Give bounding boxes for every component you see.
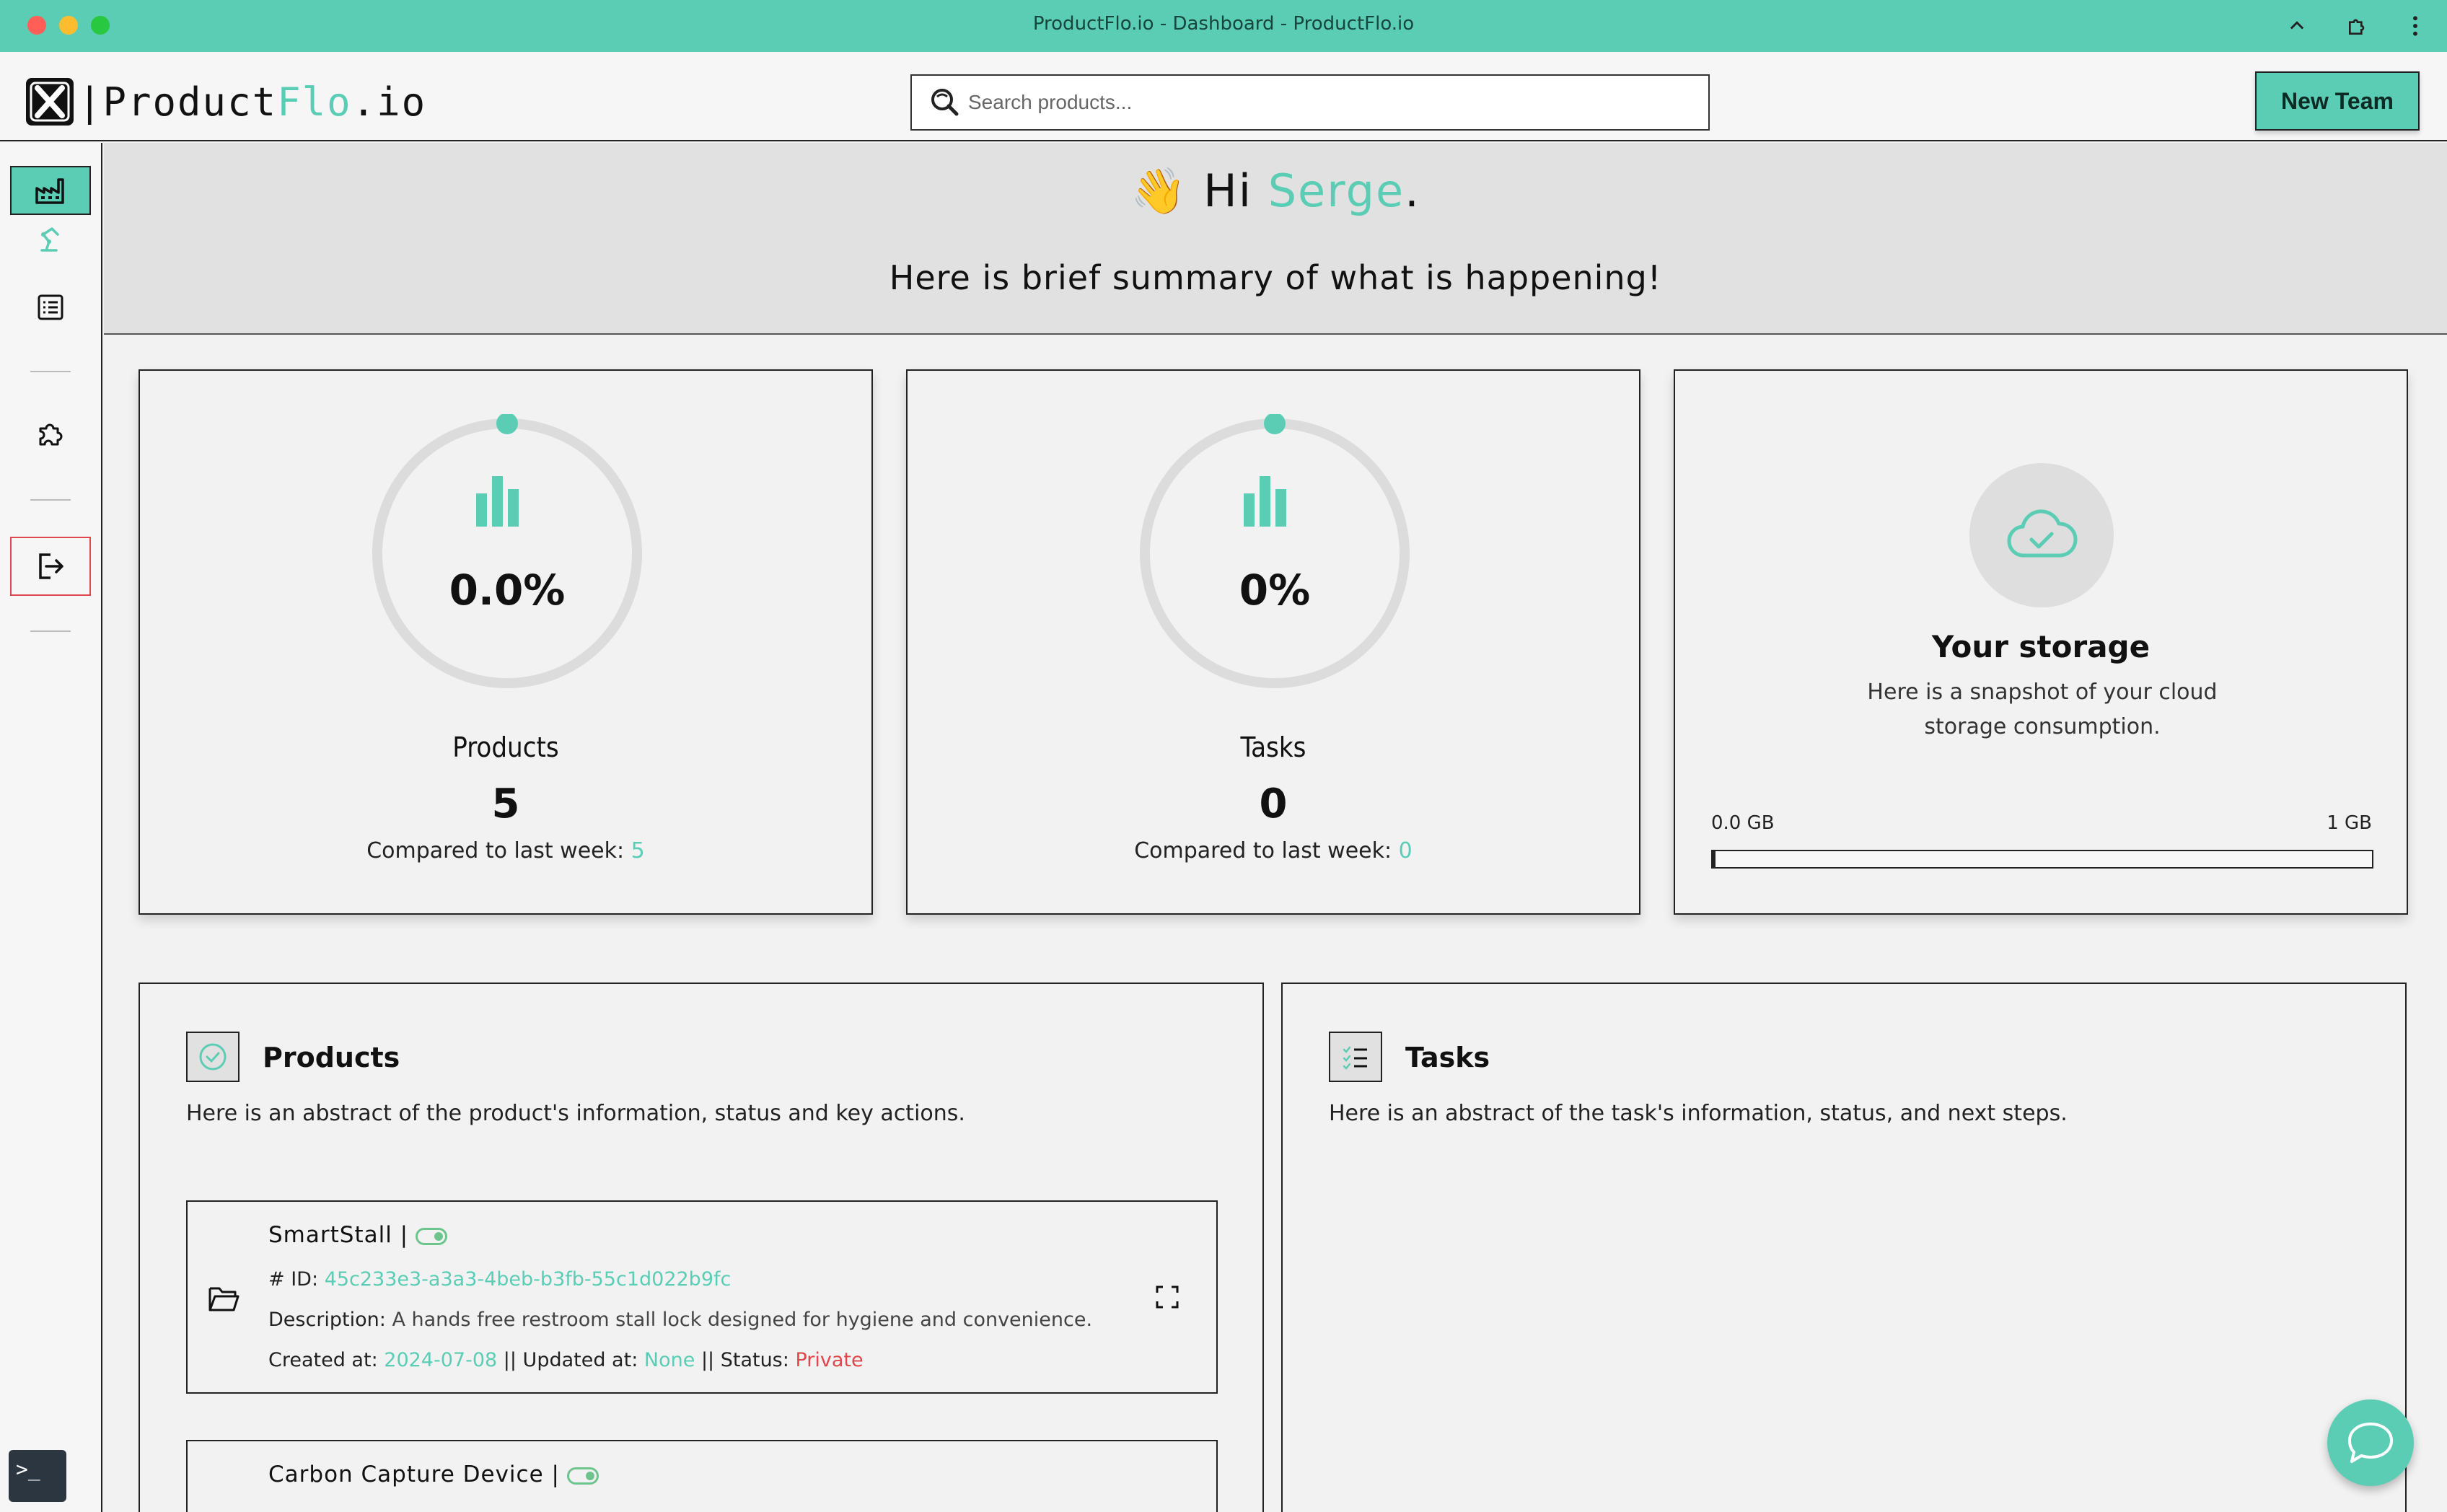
window-titlebar: ProductFlo.io - Dashboard - ProductFlo.i…: [0, 0, 2447, 52]
robot-arm-icon: [40, 227, 59, 252]
product-description: Description: A hands free restroom stall…: [268, 1309, 1093, 1331]
app-logo[interactable]: |ProductFlo.io: [26, 78, 426, 126]
window-title: ProductFlo.io - Dashboard - ProductFlo.i…: [1032, 13, 1415, 35]
tasks-panel-title: Tasks: [1405, 1042, 1490, 1073]
products-stat-label: Products: [452, 731, 559, 763]
folder-open-icon: [208, 1287, 240, 1311]
sidebar-item-dashboard[interactable]: [10, 166, 91, 215]
product-meta: Created at: 2024-07-08 || Updated at: No…: [268, 1349, 864, 1371]
tasks-panel-description: Here is an abstract of the task's inform…: [1329, 1101, 2068, 1126]
terminal-button[interactable]: >_: [9, 1450, 66, 1502]
new-team-button[interactable]: New Team: [2255, 71, 2420, 131]
expand-icon[interactable]: [1154, 1284, 1180, 1310]
visibility-toggle[interactable]: [416, 1227, 448, 1245]
products-panel-description: Here is an abstract of the product's inf…: [186, 1101, 965, 1126]
product-card[interactable]: Carbon Capture Device |: [186, 1440, 1218, 1512]
products-compare: Compared to last week: 5: [366, 838, 645, 863]
puzzle-icon: [39, 423, 63, 446]
sidebar: [0, 143, 102, 1512]
logo-mark-icon: [26, 78, 74, 126]
storage-used-label: 0.0 GB: [1711, 812, 1775, 834]
waving-hand-icon: 👋: [1130, 164, 1188, 217]
sidebar-divider: [30, 371, 71, 372]
logout-button[interactable]: [10, 537, 91, 596]
storage-description: Here is a snapshot of your cloud storage…: [1867, 680, 2218, 739]
storage-progress-bar: [1711, 850, 2373, 869]
extension-icon[interactable]: [2342, 10, 2373, 42]
storage-card: Your storage Here is a snapshot of your …: [1674, 369, 2408, 915]
chat-bubble-icon: [2348, 1423, 2393, 1463]
more-vertical-icon[interactable]: [2399, 10, 2431, 42]
search-input[interactable]: [968, 91, 1661, 114]
product-name: SmartStall |: [268, 1222, 448, 1248]
user-name: Serge: [1268, 164, 1405, 217]
greeting-banner: 👋 Hi Serge. Here is brief summary of wha…: [104, 143, 2447, 335]
products-count: 5: [491, 781, 520, 827]
sidebar-item-list[interactable]: [10, 283, 91, 332]
factory-icon: [35, 178, 64, 204]
checklist-icon: [1329, 1032, 1382, 1082]
products-panel: Products Here is an abstract of the prod…: [139, 983, 1264, 1512]
list-icon: [38, 294, 63, 320]
tasks-count: 0: [1259, 781, 1288, 827]
tasks-stat-label: Tasks: [1240, 731, 1306, 763]
product-name: Carbon Capture Device |: [268, 1462, 599, 1487]
search-bar[interactable]: [910, 74, 1710, 131]
tasks-panel: Tasks Here is an abstract of the task's …: [1281, 983, 2407, 1512]
products-percent: 0.0%: [449, 566, 566, 615]
tasks-compare: Compared to last week: 0: [1134, 838, 1413, 863]
storage-progress-fill: [1713, 851, 1715, 867]
sidebar-divider: [30, 499, 71, 501]
check-circle-icon: [186, 1032, 240, 1082]
sidebar-item-integrations[interactable]: [10, 410, 91, 459]
sidebar-item-automation[interactable]: [10, 221, 91, 257]
greeting-summary: Here is brief summary of what is happeni…: [889, 258, 1662, 297]
logo-text: |ProductFlo.io: [78, 79, 427, 125]
bar-chart-icon: [1244, 476, 1286, 527]
tasks-progress-ring: 0%: [1135, 413, 1414, 693]
sidebar-divider: [30, 630, 71, 632]
greeting-heading: 👋 Hi Serge.: [1130, 164, 1420, 217]
bar-chart-icon: [476, 476, 519, 527]
cloud-check-icon: [1969, 463, 2114, 607]
logout-icon: [39, 553, 63, 579]
search-icon: [928, 85, 962, 120]
chat-support-button[interactable]: [2327, 1399, 2414, 1486]
product-card[interactable]: SmartStall | # ID: 45c233e3-a3a3-4beb-b3…: [186, 1200, 1218, 1394]
tasks-stat-card: 0% Tasks 0 Compared to last week: 0: [906, 369, 1640, 915]
products-progress-ring: 0.0%: [368, 413, 646, 693]
storage-title: Your storage: [1931, 629, 2151, 664]
app-header: |ProductFlo.io New Team: [0, 52, 2447, 141]
chevron-up-icon[interactable]: [2281, 10, 2313, 42]
products-stat-card: 0.0% Products 5 Compared to last week: 5: [139, 369, 873, 915]
visibility-toggle[interactable]: [566, 1467, 599, 1485]
products-panel-title: Products: [263, 1042, 400, 1073]
tasks-percent: 0%: [1239, 566, 1311, 615]
product-id: # ID: 45c233e3-a3a3-4beb-b3fb-55c1d022b9…: [268, 1268, 732, 1291]
storage-capacity-label: 1 GB: [2327, 812, 2372, 834]
